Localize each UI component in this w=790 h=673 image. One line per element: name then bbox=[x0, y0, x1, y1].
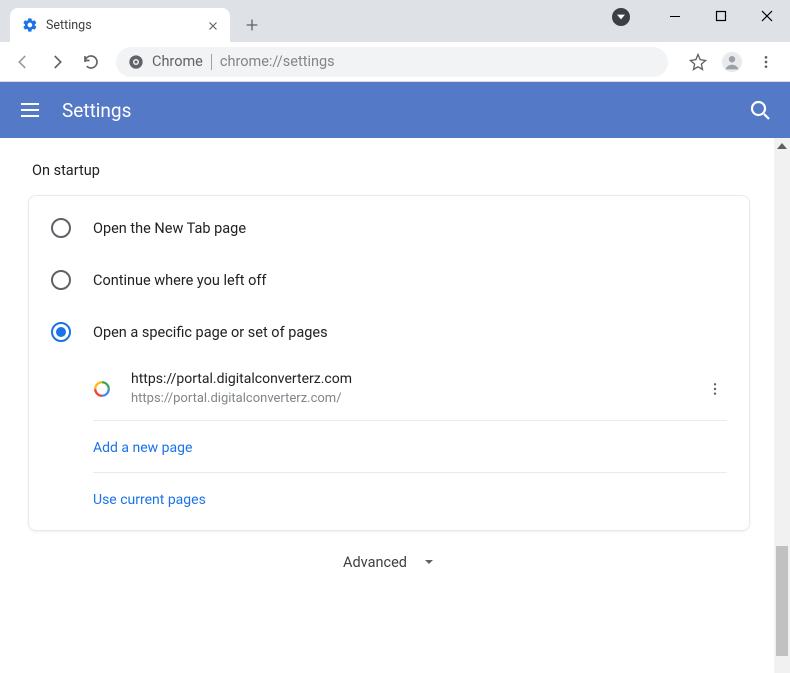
startup-page-row: https://portal.digitalconverterz.com htt… bbox=[93, 358, 727, 421]
add-page-link[interactable]: Add a new page bbox=[93, 421, 727, 473]
radio-continue[interactable]: Continue where you left off bbox=[29, 254, 749, 306]
hamburger-menu-icon[interactable] bbox=[18, 98, 42, 122]
radio-label: Continue where you left off bbox=[93, 272, 266, 289]
radio-new-tab[interactable]: Open the New Tab page bbox=[29, 202, 749, 254]
tab-title: Settings bbox=[46, 18, 206, 33]
omnibox-prefix: Chrome bbox=[152, 53, 203, 70]
add-page-label: Add a new page bbox=[93, 440, 192, 456]
site-info-icon[interactable] bbox=[128, 54, 144, 70]
browser-toolbar: Chrome chrome://settings bbox=[0, 42, 790, 82]
profile-avatar-icon[interactable] bbox=[716, 46, 748, 78]
gear-icon bbox=[22, 17, 38, 33]
bookmark-star-icon[interactable] bbox=[682, 46, 714, 78]
address-bar[interactable]: Chrome chrome://settings bbox=[116, 47, 668, 77]
section-heading: On startup bbox=[28, 162, 750, 179]
radio-icon bbox=[51, 218, 71, 238]
advanced-toggle[interactable]: Advanced bbox=[28, 531, 750, 580]
radio-icon bbox=[51, 270, 71, 290]
page-entry-title: https://portal.digitalconverterz.com bbox=[131, 370, 703, 390]
close-icon[interactable] bbox=[206, 18, 220, 32]
minimize-button[interactable] bbox=[652, 0, 698, 32]
window-controls bbox=[652, 0, 790, 32]
scroll-up-icon[interactable] bbox=[774, 138, 790, 154]
startup-card: Open the New Tab page Continue where you… bbox=[28, 195, 750, 531]
scrollbar[interactable] bbox=[774, 138, 790, 673]
scrollbar-thumb[interactable] bbox=[776, 546, 788, 656]
reload-button[interactable] bbox=[76, 47, 106, 77]
settings-content: On startup Open the New Tab page Continu… bbox=[0, 138, 774, 604]
page-favicon bbox=[93, 380, 111, 398]
radio-label: Open the New Tab page bbox=[93, 220, 246, 237]
search-icon[interactable] bbox=[748, 98, 772, 122]
back-button[interactable] bbox=[8, 47, 38, 77]
advanced-label: Advanced bbox=[343, 554, 407, 571]
settings-header: Settings bbox=[0, 82, 790, 138]
radio-label: Open a specific page or set of pages bbox=[93, 324, 328, 341]
more-actions-icon[interactable] bbox=[703, 377, 727, 401]
close-window-button[interactable] bbox=[744, 0, 790, 32]
use-current-label: Use current pages bbox=[93, 492, 206, 508]
chevron-down-icon bbox=[423, 553, 435, 572]
use-current-link[interactable]: Use current pages bbox=[93, 473, 727, 524]
chrome-menu-icon[interactable] bbox=[750, 46, 782, 78]
forward-button[interactable] bbox=[42, 47, 72, 77]
maximize-button[interactable] bbox=[698, 0, 744, 32]
radio-icon bbox=[51, 322, 71, 342]
new-tab-button[interactable] bbox=[238, 11, 266, 39]
page-title: Settings bbox=[62, 99, 748, 122]
omnibox-url: chrome://settings bbox=[220, 53, 335, 70]
omnibox-separator bbox=[211, 54, 212, 70]
radio-specific-pages[interactable]: Open a specific page or set of pages bbox=[29, 306, 749, 358]
media-indicator-icon[interactable] bbox=[612, 8, 630, 26]
browser-tab[interactable]: Settings bbox=[10, 8, 230, 42]
page-entry-url: https://portal.digitalconverterz.com/ bbox=[131, 390, 703, 408]
window-titlebar: Settings bbox=[0, 0, 790, 42]
